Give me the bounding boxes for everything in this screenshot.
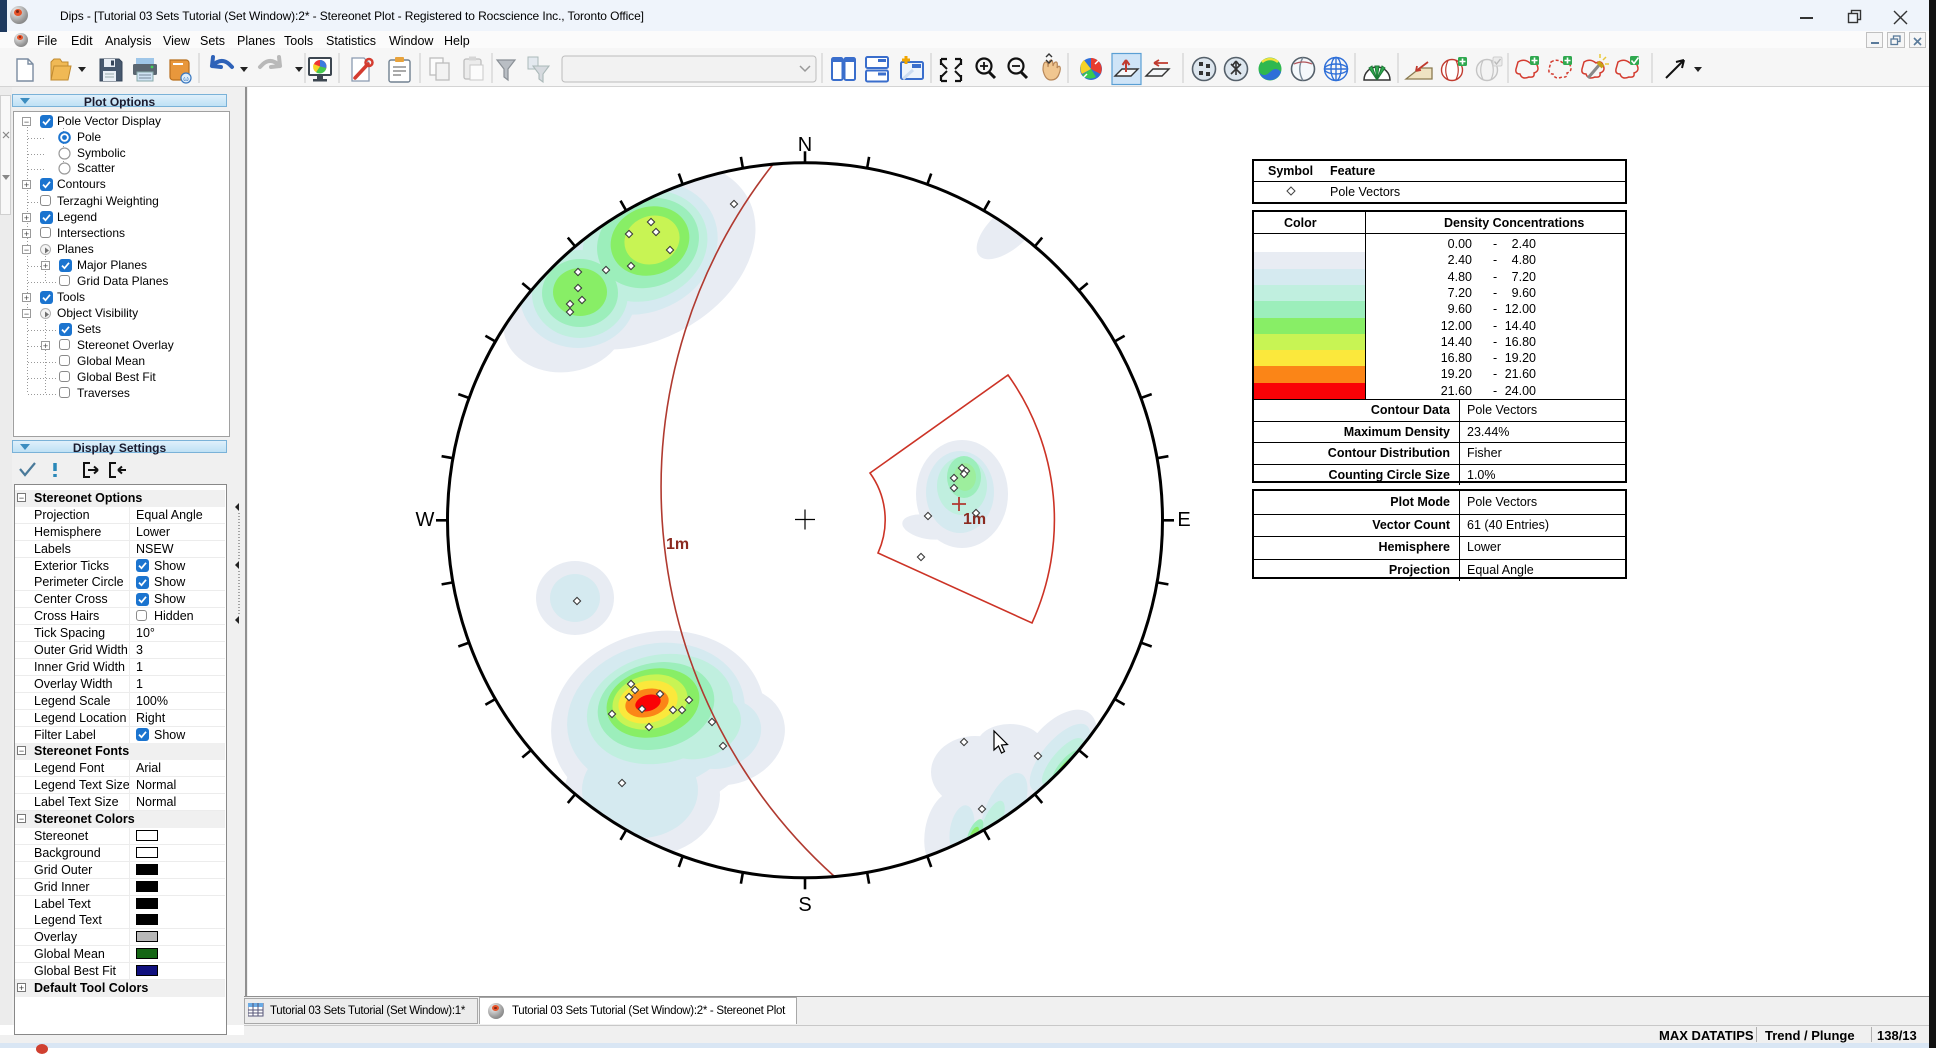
svg-text:N: N	[798, 134, 812, 156]
svg-text:E: E	[1177, 509, 1190, 531]
svg-text:W: W	[416, 509, 435, 531]
svg-text:1m: 1m	[666, 536, 689, 553]
svg-text:S: S	[798, 894, 811, 916]
svg-text:ω: ω	[183, 76, 189, 83]
